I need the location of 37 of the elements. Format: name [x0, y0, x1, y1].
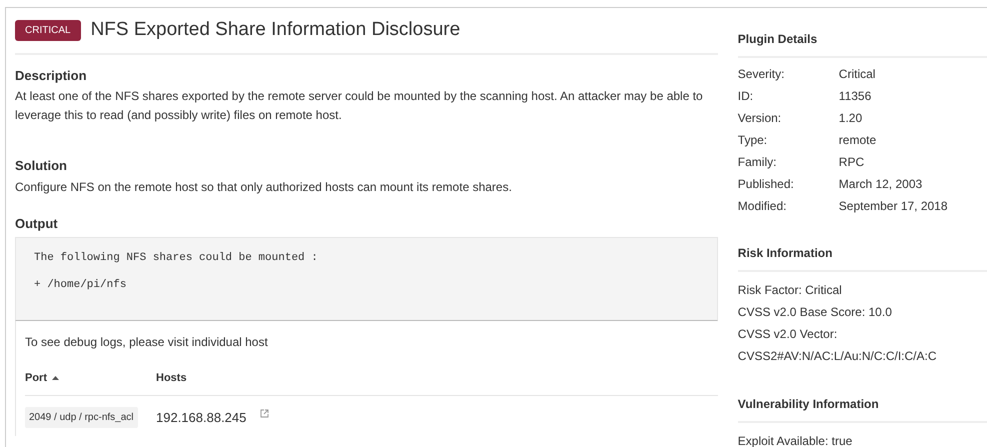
- detail-label: Type:: [738, 132, 768, 149]
- detail-label: Severity:: [738, 66, 786, 83]
- section-heading: Output: [15, 214, 58, 233]
- section-heading: Plugin Details: [738, 30, 987, 58]
- detail-label: Published:: [738, 176, 795, 193]
- detail-value: March 12, 2003: [838, 176, 922, 193]
- section-heading: Vulnerability Information: [738, 395, 987, 423]
- section-heading: Description: [15, 66, 87, 85]
- detail-label: Version:: [738, 110, 782, 127]
- external-link-icon[interactable]: [260, 409, 270, 418]
- host-link[interactable]: 192.168.88.245: [156, 408, 246, 428]
- sort-ascending-icon[interactable]: [52, 375, 59, 382]
- output-line: The following NFS shares could be mounted :: [34, 251, 318, 266]
- section-heading: Risk Information: [738, 244, 987, 272]
- risk-info-line: CVSS2#AV:N/AC:L/Au:N/C:C/I:C/A:C: [738, 348, 937, 365]
- detail-label: Modified:: [738, 198, 788, 215]
- risk-info-line: Risk Factor: Critical: [738, 282, 842, 299]
- section-heading: Solution: [15, 157, 67, 175]
- column-header[interactable]: Port: [25, 370, 59, 386]
- section-text: At least one of the NFS shares exported by the remote server could be mounted by the scanning host. An attacker may be able to leverage this to read (and possibly write) files on remote host.: [15, 88, 704, 124]
- port-tag: 2049 / udp / rpc-nfs_acl: [25, 406, 138, 428]
- severity-badge: CRITICAL: [15, 20, 81, 41]
- detail-value: 1.20: [838, 110, 862, 127]
- debug-note: To see debug logs, please visit individual host: [25, 334, 268, 351]
- detail-label: Family:: [738, 154, 778, 171]
- detail-label: ID:: [738, 88, 754, 105]
- detail-value: September 17, 2018: [838, 198, 948, 215]
- column-header[interactable]: Hosts: [156, 370, 187, 386]
- section-text: Configure NFS on the remote host so that only authorized hosts can mount its remote shares.: [15, 178, 513, 196]
- page-title: NFS Exported Share Information Disclosure: [90, 18, 460, 42]
- output-line: + /home/pi/nfs: [34, 278, 126, 292]
- risk-info-line: CVSS v2.0 Vector:: [738, 326, 838, 343]
- detail-value: remote: [838, 132, 876, 149]
- risk-info-line: CVSS v2.0 Base Score: 10.0: [738, 304, 892, 321]
- detail-value: 11356: [838, 88, 872, 105]
- detail-value: Critical: [838, 66, 876, 83]
- detail-value: RPC: [838, 154, 864, 171]
